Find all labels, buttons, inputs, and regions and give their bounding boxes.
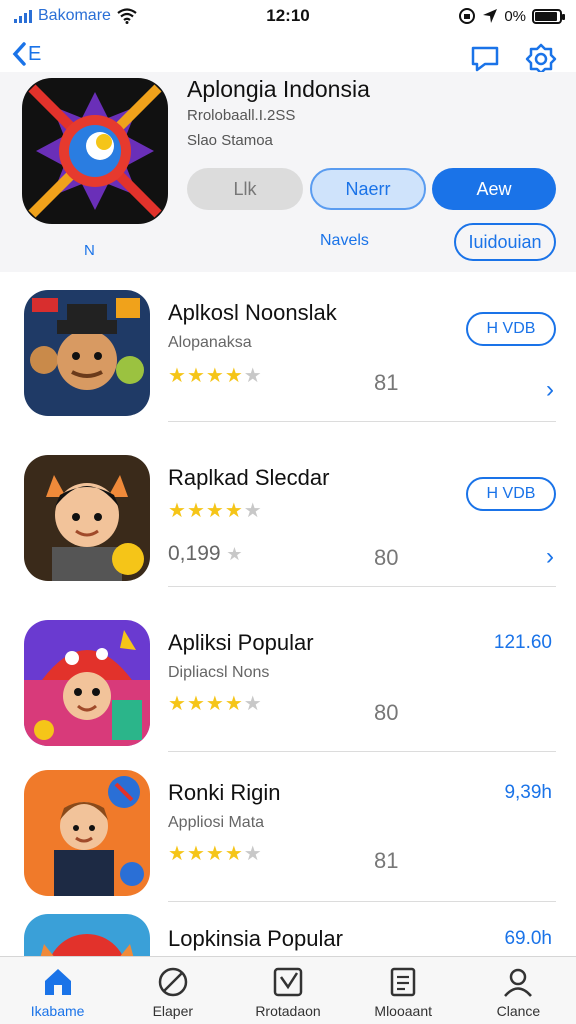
featured-app-title: Aplongia Indonsia (187, 76, 370, 102)
review-count: 0,199 ★ (168, 542, 243, 566)
download-icon (273, 967, 303, 997)
app-size: 9,39h (504, 782, 552, 803)
tab-explore[interactable]: Elaper (115, 957, 230, 1024)
app-subtitle: Appliosi Mata (168, 814, 265, 831)
lock-rotation-icon (459, 8, 476, 24)
list-item[interactable]: Raplkad Slecdar ★ ★ ★ ★ ★ 0,199 ★ 80 H VDB › (0, 437, 576, 587)
featured-app-icon[interactable] (22, 78, 168, 224)
featured-app-subtitle-2: Slao Stamoa (187, 132, 273, 149)
signal-icon (14, 9, 32, 23)
star-rating: ★ ★ ★ ★ ★ (168, 693, 262, 715)
app-size: 69.0h (504, 928, 552, 949)
list-item[interactable]: Aplkosl Noonslak Alopanaksa ★ ★ ★ ★ ★ 81 H V… (0, 272, 576, 422)
get-button[interactable]: H VDB (466, 312, 556, 346)
app-subtitle: Alopanaksa (168, 334, 252, 351)
chevron-right-icon[interactable]: › (546, 543, 554, 571)
home-icon (44, 969, 71, 995)
details-link[interactable]: Navels (320, 232, 369, 250)
list-item[interactable]: Lopkinsia Popular 69.0h (0, 904, 576, 956)
person-icon (504, 968, 533, 997)
tab-profile[interactable]: Clance (461, 957, 576, 1024)
rating-count: 80 (374, 545, 399, 570)
location-icon (483, 9, 498, 23)
featured-app-header: Aplongia Indonsia Rrolobaall.I.2SS Slao … (0, 72, 576, 272)
tab-home[interactable]: Ikabame (0, 957, 115, 1024)
star-rating: ★ ★ ★ ★ ★ (168, 843, 262, 865)
divider (168, 901, 556, 902)
featured-app-label: N (84, 242, 95, 259)
tab-label: Elaper (152, 1003, 194, 1019)
wifi-icon (117, 8, 137, 24)
list-item[interactable]: Ronki Rigin Appliosi Mata ★ ★ ★ ★ ★ 81 9,39h (0, 752, 576, 902)
tab-label: Rrotadaon (255, 1003, 321, 1019)
tab-documents[interactable]: Mlooaant (346, 957, 461, 1024)
star-rating: ★ ★ ★ ★ ★ (168, 365, 262, 387)
tab-label: Ikabame (30, 1003, 85, 1019)
battery-icon (532, 8, 565, 24)
featured-app-subtitle: Rrolobaall.I.2SS (187, 107, 296, 124)
app-icon-boy (24, 455, 150, 581)
tab-download[interactable]: Rrotadaon (230, 957, 345, 1024)
status-right: 0% (362, 7, 565, 25)
status-time: 12:10 (266, 6, 310, 25)
back-label: E (28, 42, 42, 65)
status-bar: Bakomare 12:10 0% (0, 0, 576, 32)
rating-count: 81 (374, 848, 399, 873)
filter-pill-light[interactable]: Naerr (310, 168, 426, 210)
divider (168, 586, 556, 587)
settings-gear-icon[interactable] (524, 42, 558, 76)
list-item[interactable]: Apliksi Popular Dipliacsl Nons ★ ★ ★ ★ ★ 80 … (0, 602, 576, 752)
get-button[interactable]: H VDB (466, 477, 556, 511)
filter-pill-gray[interactable]: Llk (187, 168, 303, 210)
compass-icon (158, 967, 188, 997)
app-title: Aplkosl Noonslak (168, 300, 337, 325)
rating-count: 80 (374, 700, 399, 725)
app-title: Lopkinsia Popular (168, 926, 343, 951)
carrier-label: Bakomare (38, 7, 111, 24)
tab-label: Mlooaant (374, 1003, 432, 1019)
app-icon-kid (24, 770, 150, 896)
app-subtitle: Dipliacsl Nons (168, 664, 270, 681)
sparkle-icon: ★ (226, 544, 243, 564)
rating-count: 81 (374, 370, 399, 395)
app-icon-villain (24, 290, 150, 416)
primary-action-button[interactable]: Aew (432, 168, 556, 210)
divider (168, 421, 556, 422)
tab-bar: Ikabame Elaper Rrotadaon Mlooaant Clance (0, 956, 576, 1024)
tab-label: Clance (496, 1003, 541, 1019)
app-title: Apliksi Popular (168, 630, 314, 655)
app-icon-mushroom (24, 620, 150, 746)
app-title: Ronki Rigin (168, 780, 281, 805)
chat-icon[interactable] (468, 42, 502, 76)
battery-percent: 0% (504, 7, 526, 25)
chevron-left-icon (12, 42, 26, 66)
chevron-right-icon[interactable]: › (546, 376, 554, 404)
app-icon-fox (24, 914, 150, 956)
review-count-value: 0,199 (168, 542, 221, 565)
star-rating: ★ ★ ★ ★ ★ (168, 500, 262, 522)
document-icon (390, 967, 416, 997)
app-size: 121.60 (493, 632, 552, 653)
status-left: Bakomare (14, 7, 214, 25)
secondary-action-button[interactable]: Iuidouian (454, 223, 556, 261)
app-title: Raplkad Slecdar (168, 465, 330, 490)
back-button[interactable]: E (12, 42, 41, 66)
